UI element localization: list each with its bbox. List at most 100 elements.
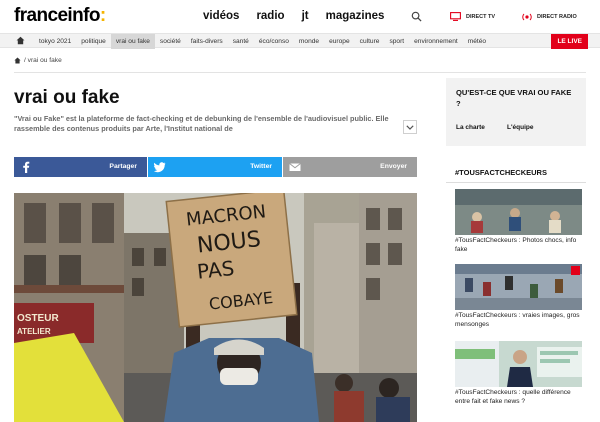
direct-radio-link[interactable]: DIRECT RADIO: [522, 12, 577, 21]
divider: [446, 182, 586, 183]
card-image-person: [509, 217, 521, 231]
nav-videos[interactable]: vidéos: [203, 10, 239, 22]
card-image-person: [530, 284, 538, 298]
live-button[interactable]: LE LIVE: [551, 34, 588, 49]
breadcrumb: / vrai ou fake: [14, 57, 62, 64]
crowd-head: [335, 374, 353, 392]
card-image[interactable]: [455, 264, 582, 310]
card-image-board-line: [540, 351, 578, 355]
section-nav-item[interactable]: europe: [324, 34, 355, 49]
card-image-person: [510, 208, 520, 218]
window: [388, 243, 402, 265]
card-image-banner: [455, 349, 495, 359]
card-image-ground: [455, 298, 582, 310]
crowd-body: [376, 397, 410, 422]
equipe-link[interactable]: L'équipe: [507, 124, 533, 131]
card-title[interactable]: #TousFactCheckeurs : vraies images, gros…: [455, 312, 583, 329]
card-image-person: [471, 221, 483, 233]
card-image-badge: [571, 266, 580, 275]
page-title: vrai ou fake: [14, 87, 120, 108]
card-image[interactable]: [455, 189, 582, 235]
section-nav-item[interactable]: faits-divers: [186, 34, 228, 49]
window: [24, 255, 46, 285]
search-icon[interactable]: [411, 11, 422, 22]
section-nav-item[interactable]: santé: [228, 34, 254, 49]
card-image[interactable]: [455, 341, 582, 387]
card-image-person: [472, 212, 482, 222]
section-nav-item[interactable]: sport: [384, 34, 409, 49]
section-nav-item[interactable]: société: [155, 34, 186, 49]
card-image-person: [465, 278, 473, 292]
share-twitter-button[interactable]: Twitter: [148, 157, 282, 177]
card-image-person-body: [507, 367, 533, 387]
tv-icon: [450, 12, 461, 21]
window: [388, 208, 402, 230]
window: [59, 255, 81, 285]
email-icon: [289, 163, 301, 171]
section-nav-item[interactable]: éco/conso: [254, 34, 294, 49]
section-nav: tokyo 2021 politique vrai ou fake société fa…: [0, 33, 600, 49]
chevron-down-icon: [406, 124, 414, 130]
top-header: franceinfo: vidéos radio jt magazines DI…: [0, 0, 600, 33]
direct-tv-link[interactable]: DIRECT TV: [450, 12, 495, 21]
twitter-icon: [154, 162, 166, 173]
card-image-trees: [455, 189, 582, 205]
shop-sign-text: OSTEUR: [17, 313, 59, 324]
main-nav: vidéos radio jt magazines: [203, 10, 401, 22]
divider: [14, 72, 586, 73]
card-image-person: [483, 282, 491, 296]
section-nav-item[interactable]: environnement: [409, 34, 463, 49]
nav-jt[interactable]: jt: [302, 10, 309, 22]
sign-line-3: PAS: [196, 256, 235, 284]
share-facebook-button[interactable]: Partager: [14, 157, 147, 177]
window: [366, 208, 380, 230]
shop-sign-text: ATELIER: [17, 327, 51, 336]
section-nav-item[interactable]: culture: [355, 34, 385, 49]
charte-link[interactable]: La charte: [456, 124, 485, 131]
section-nav-item[interactable]: politique: [76, 34, 111, 49]
card-image-person: [550, 211, 560, 221]
radio-icon: [522, 13, 532, 21]
window: [24, 203, 46, 243]
card-title[interactable]: #TousFactCheckeurs : Photos chocs, info …: [455, 237, 583, 254]
window: [132, 278, 144, 296]
breadcrumb-current[interactable]: / vrai ou fake: [24, 57, 62, 64]
section-nav-item[interactable]: vrai ou fake: [110, 34, 155, 49]
expand-intro-button[interactable]: [403, 120, 417, 134]
window: [92, 203, 114, 243]
card-image-person: [505, 276, 513, 290]
facebook-icon: [23, 161, 30, 173]
home-icon[interactable]: [14, 57, 21, 64]
card-image-panel: [455, 341, 499, 387]
share-email-button[interactable]: Envoyer: [283, 157, 417, 177]
section-nav-item[interactable]: tokyo 2021: [34, 34, 76, 49]
section-nav-item[interactable]: météo: [463, 34, 491, 49]
section-nav-item[interactable]: monde: [294, 34, 324, 49]
section-nav-items: tokyo 2021 politique vrai ou fake société fa…: [34, 34, 491, 49]
hero-image[interactable]: OSTEUR ATELIER MACRON NOUS PAS COBAYE: [14, 193, 417, 422]
card-image-person-head: [513, 350, 527, 364]
window: [154, 248, 166, 266]
window: [366, 243, 380, 265]
crowd-body: [334, 391, 364, 422]
card-image-board-line: [540, 359, 570, 363]
franceinfo-logo[interactable]: franceinfo:: [14, 5, 106, 27]
nav-radio[interactable]: radio: [256, 10, 284, 22]
intro-text: "Vrai ou Fake" est la plateforme de fact…: [14, 114, 389, 133]
home-icon[interactable]: [16, 36, 25, 45]
card-image-person: [549, 220, 561, 233]
window: [59, 203, 81, 243]
crowd-head: [379, 378, 399, 398]
nav-magazines[interactable]: magazines: [326, 10, 385, 22]
card-title[interactable]: #TousFactCheckeurs : quelle différence e…: [455, 389, 583, 406]
window: [366, 278, 380, 300]
protest-sign: MACRON NOUS PAS COBAYE: [165, 193, 298, 328]
card-image-person: [555, 279, 563, 293]
about-box-title: QU'EST-CE QUE VRAI OU FAKE ?: [456, 88, 572, 108]
about-box: QU'EST-CE QUE VRAI OU FAKE ? La charte L…: [446, 78, 586, 146]
tousfactcheckeurs-title[interactable]: #TOUSFACTCHECKEURS: [455, 168, 547, 177]
window: [132, 248, 144, 266]
balcony: [14, 285, 124, 293]
protester-mask: [220, 368, 258, 385]
card-image-sky: [455, 264, 582, 274]
